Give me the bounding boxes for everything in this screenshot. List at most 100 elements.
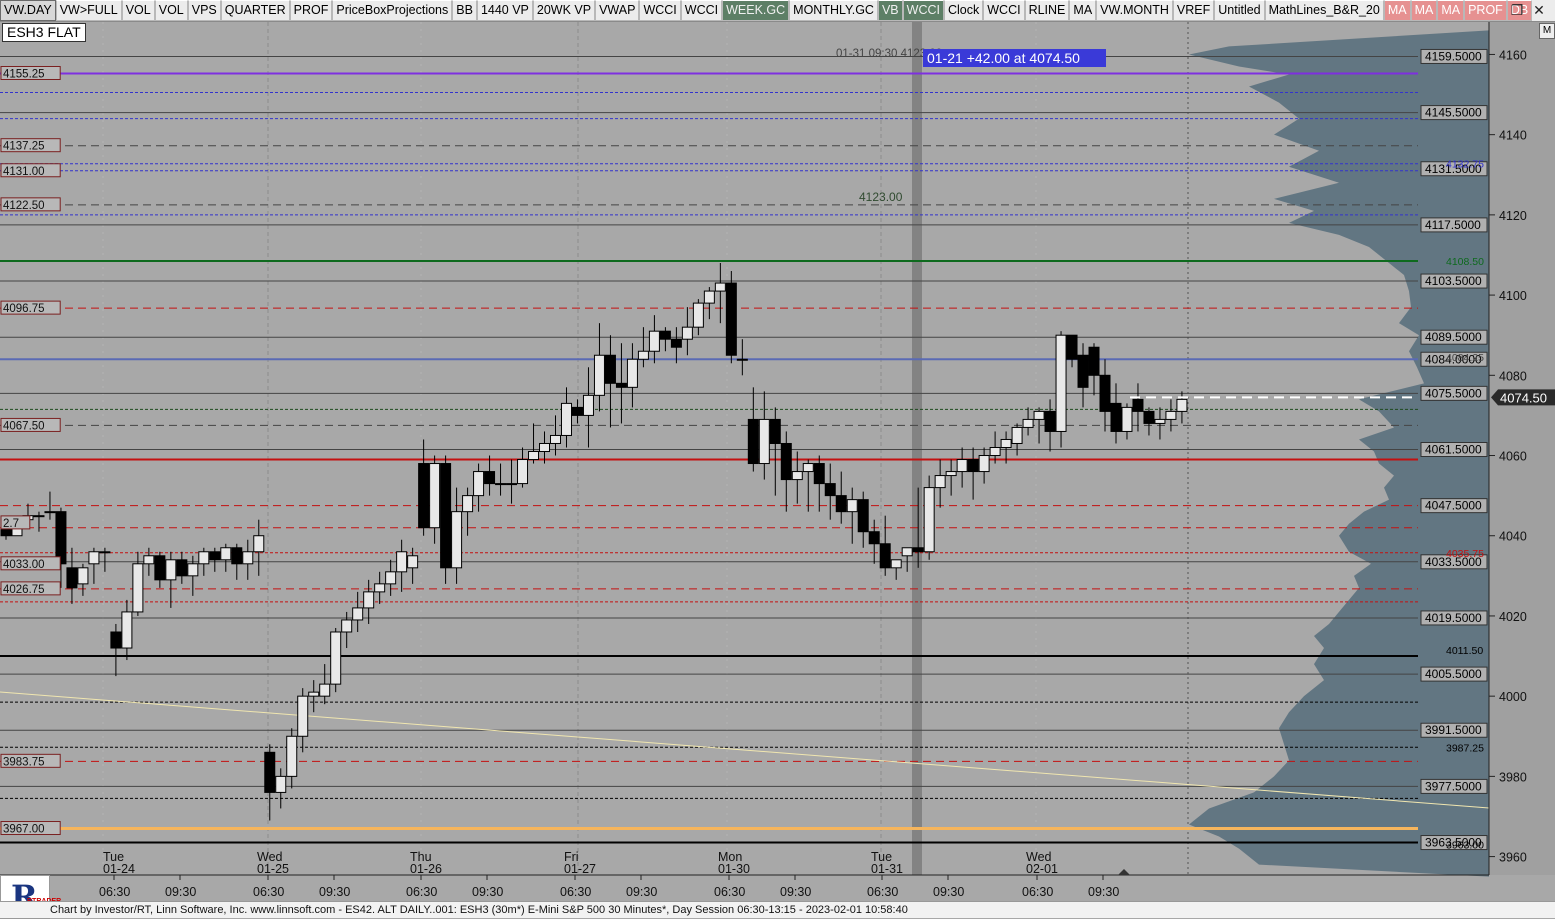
candle-body-48: [528, 451, 540, 461]
toolbar-item-25[interactable]: MathLines_B&R_20: [1264, 0, 1384, 21]
toolbar-item-9[interactable]: 1440 VP: [476, 0, 533, 21]
candle-body-20: [220, 547, 232, 561]
right-label-12: 4005.5000: [1425, 667, 1482, 681]
toolbar-item-28[interactable]: MA: [1437, 0, 1465, 21]
x-time-5-1: 09:30: [933, 885, 964, 899]
toolbar-item-11[interactable]: VWAP: [595, 0, 640, 21]
candle-body-7: [77, 567, 89, 585]
right-label-14: 3977.5000: [1425, 779, 1482, 793]
candle-body-9: [99, 551, 111, 554]
candle-body-49: [539, 442, 551, 453]
candle-body-16: [176, 559, 188, 577]
window-controls: ❐ ✕: [1509, 0, 1555, 21]
candle-body-86: [945, 471, 957, 477]
toolbar-item-14[interactable]: WEEK.GC: [722, 0, 790, 21]
toolbar-item-6[interactable]: PROF: [289, 0, 333, 21]
candle-body-24: [264, 751, 276, 793]
toolbar-item-1[interactable]: VW>FULL: [55, 0, 122, 21]
restore-icon[interactable]: ❐: [1509, 2, 1525, 19]
right-plain-label-6: 3963.00: [1446, 840, 1484, 852]
candle-body-99: [1088, 346, 1100, 376]
candle-body-74: [813, 463, 825, 485]
candle-body-17: [187, 563, 199, 577]
candle-body-59: [648, 330, 660, 352]
toolbar-item-24[interactable]: Untitled: [1214, 0, 1265, 21]
candle-body-78: [857, 499, 869, 533]
x-time-5-0: 06:30: [867, 885, 898, 899]
candle-body-83: [912, 547, 924, 553]
candle-body-94: [1033, 410, 1045, 420]
candle-body-75: [824, 483, 836, 497]
candle-body-65: [714, 282, 726, 292]
y-tick-label-3: 4100: [1499, 289, 1527, 303]
toolbar-item-21[interactable]: MA: [1069, 0, 1097, 21]
candle-body-35: [385, 571, 397, 585]
x-time-1-0: 06:30: [253, 885, 284, 899]
candle-body-64: [703, 290, 715, 304]
toolbar-item-13[interactable]: WCCI: [680, 0, 723, 21]
m-button[interactable]: M: [1539, 23, 1555, 39]
last-price-label: 4074.50: [1500, 390, 1547, 405]
toolbar-item-26[interactable]: MA: [1383, 0, 1411, 21]
price-chart[interactable]: 01-31 09:30 4123.00 01-21 +42.00 at 4074.…: [0, 22, 1555, 901]
close-icon[interactable]: ✕: [1531, 2, 1547, 19]
right-label-7: 4075.5000: [1425, 386, 1482, 400]
toolbar-item-19[interactable]: WCCI: [983, 0, 1025, 21]
left-label-0: 4155.25: [3, 68, 45, 80]
x-date-0: 01-24: [103, 862, 135, 876]
x-time-6-0: 06:30: [1022, 885, 1053, 899]
toolbar-item-29[interactable]: PROF: [1464, 0, 1507, 21]
candle-body-34: [374, 583, 386, 593]
right-label-8: 4061.5000: [1425, 443, 1482, 457]
toolbar-item-7[interactable]: PriceBoxProjections: [332, 0, 453, 21]
candle-body-92: [1011, 426, 1023, 444]
candle-body-55: [604, 354, 616, 384]
candle-body-93: [1022, 418, 1034, 428]
toolbar-item-16[interactable]: VB: [877, 0, 903, 21]
x-time-3-0: 06:30: [560, 885, 591, 899]
toolbar-item-15[interactable]: MONTHLY.GC: [789, 0, 878, 21]
candle-body-6: [66, 567, 78, 589]
toolbar-item-22[interactable]: VW.MONTH: [1096, 0, 1173, 21]
candle-body-47: [517, 459, 529, 485]
candle-body-10: [110, 631, 122, 649]
candle-body-77: [846, 499, 858, 513]
candle-body-85: [934, 475, 946, 489]
toolbar-items: VW.DAY VW>FULL VOL VOL VPS QUARTER PROF PriceBo…: [0, 0, 1533, 21]
candle-body-45: [495, 483, 507, 486]
candle-body-3: [33, 515, 45, 518]
toolbar-item-0[interactable]: VW.DAY: [0, 0, 56, 21]
right-plain-label-1: 4108.50: [1446, 256, 1484, 268]
candle-body-62: [681, 326, 693, 340]
right-label-4: 4103.5000: [1425, 274, 1482, 288]
toolbar-item-2[interactable]: VOL: [121, 0, 155, 21]
candle-body-13: [143, 555, 155, 565]
toolbar-item-12[interactable]: WCCI: [639, 0, 681, 21]
candle-body-19: [209, 551, 221, 561]
candle-body-105: [1154, 418, 1166, 424]
x-date-5: 01-31: [871, 862, 903, 876]
candle-body-87: [956, 459, 968, 473]
candle-body-68: [747, 418, 759, 465]
candle-body-51: [560, 402, 572, 436]
candle-body-22: [242, 551, 254, 565]
y-tick-label-4: 4080: [1499, 369, 1527, 383]
toolbar-item-18[interactable]: Clock: [943, 0, 984, 21]
candle-body-15: [165, 559, 177, 581]
toolbar-item-4[interactable]: VPS: [187, 0, 221, 21]
candle-body-88: [967, 459, 979, 473]
toolbar-item-5[interactable]: QUARTER: [220, 0, 290, 21]
toolbar-item-27[interactable]: MA: [1410, 0, 1438, 21]
toolbar-item-3[interactable]: VOL: [154, 0, 188, 21]
candle-body-90: [989, 446, 1001, 457]
toolbar-item-10[interactable]: 20WK VP: [532, 0, 596, 21]
candle-body-82: [901, 547, 913, 557]
toolbar-item-17[interactable]: WCCI: [902, 0, 944, 21]
candle-body-103: [1132, 398, 1144, 412]
candle-body-97: [1066, 334, 1078, 360]
left-label-5: 4067.50: [3, 420, 45, 432]
toolbar-item-8[interactable]: BB: [452, 0, 477, 21]
candle-body-67: [736, 358, 748, 361]
toolbar-item-23[interactable]: VREF: [1172, 0, 1215, 21]
toolbar-item-20[interactable]: RLINE: [1024, 0, 1070, 21]
